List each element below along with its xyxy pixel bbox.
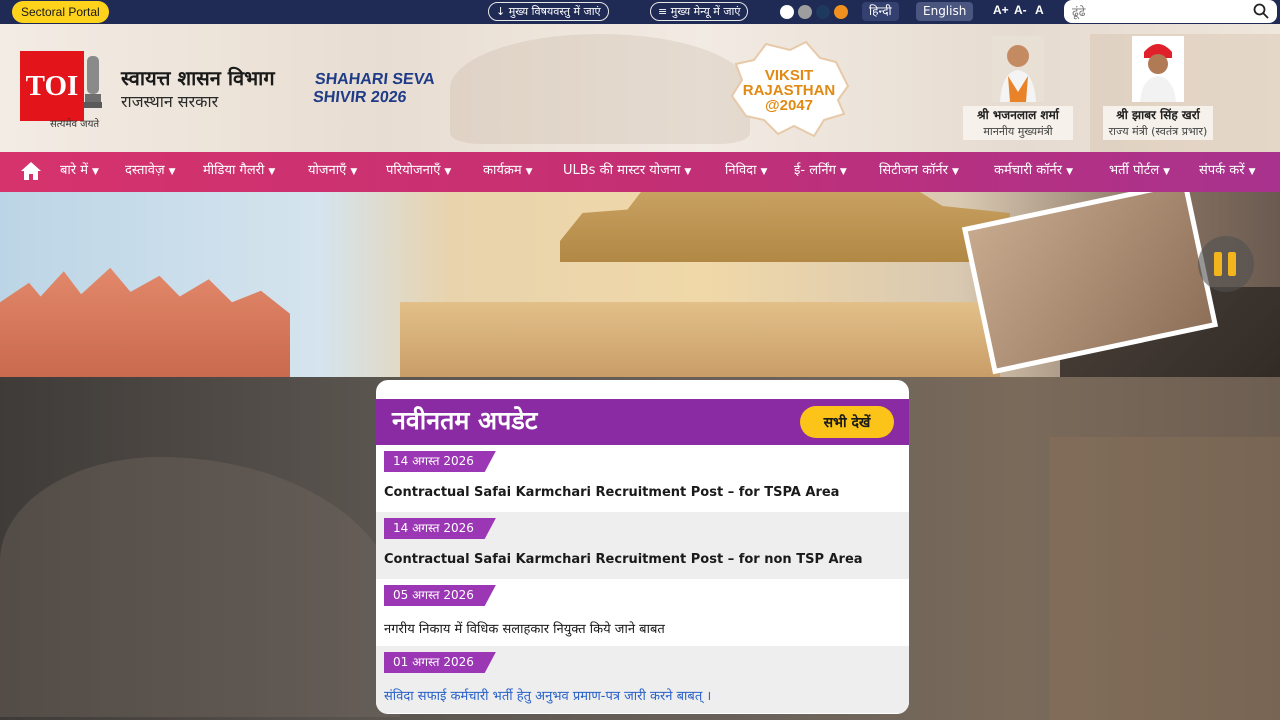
chevron-down-icon: ▼ [1248,167,1256,177]
hawa-mahal-image [0,267,290,377]
language-hindi-button[interactable]: हिन्दी [862,2,899,21]
update-date-badge: 05 अगस्त 2026 [384,585,496,606]
chevron-down-icon: ▼ [1066,167,1074,177]
update-item[interactable]: 05 अगस्त 2026 नगरीय निकाय में विधिक सलाह… [376,579,909,646]
font-decrease-button[interactable]: A- [1014,3,1027,17]
font-increase-button[interactable]: A+ [993,3,1009,17]
update-date-badge: 14 अगस्त 2026 [384,518,496,539]
nav-item-employee-corner[interactable]: कर्मचारी कॉर्नर ▼ [994,152,1073,192]
chevron-down-icon: ▼ [760,167,768,177]
state-minister-card[interactable]: श्री झाबर सिंह खर्रा राज्य मंत्री (स्वतं… [1103,36,1213,140]
nav-item-programs[interactable]: कार्यक्रम ▼ [483,152,533,192]
chevron-down-icon: ▼ [268,167,276,177]
department-title[interactable]: स्वायत्त शासन विभाग [121,64,275,91]
skip-to-menu-link[interactable]: ≡ मुख्य मेन्यू में जाएं [650,2,749,21]
chevron-down-icon: ▼ [92,167,99,177]
shivir-line-2: SHIVIR 2026 [312,89,408,106]
hero-banner [0,192,1280,377]
update-item[interactable]: 14 अगस्त 2026 Contractual Safai Karmchar… [376,445,909,512]
site-header: TOI सत्यमेव जयते स्वायत्त शासन विभाग राज… [0,24,1280,152]
update-link[interactable]: Contractual Safai Karmchari Recruitment … [384,485,839,500]
viksit-line-3: @2047 [765,97,813,114]
language-english-button[interactable]: English [916,2,974,21]
theme-dark-swatch[interactable] [816,5,830,19]
background-fort-shape [1050,437,1280,720]
background-camel-shape [0,457,400,717]
state-minister-title: राज्य मंत्री (स्वतंत्र प्रभार) [1103,123,1213,140]
home-icon[interactable] [20,160,42,186]
desert-camel-image [400,302,1000,377]
viksit-line-2: RAJASTHAN [742,82,836,99]
nav-item-projects[interactable]: परियोजनाएँ ▼ [386,152,451,192]
shivir-line-1: SHAHARI SEVA [314,71,436,88]
nav-item-media-gallery[interactable]: मीडिया गैलरी ▼ [203,152,275,192]
update-date-badge: 01 अगस्त 2026 [384,652,496,673]
top-utility-bar: Sectoral Portal ↓ मुख्य विषयवस्तु में जा… [0,0,1280,24]
pause-icon [1228,252,1236,276]
search-box [1064,0,1277,23]
update-link[interactable]: नगरीय निकाय में विधिक सलाहकार नियुक्त कि… [384,619,665,637]
nav-item-ulb-master-plan[interactable]: ULBs की मास्टर योजना ▼ [563,152,691,192]
chevron-down-icon: ▼ [350,167,358,177]
latest-updates-panel: नवीनतम अपडेट सभी देखें 14 अगस्त 2026 Con… [376,380,909,714]
theme-white-swatch[interactable] [780,5,794,19]
chief-minister-name: श्री भजनलाल शर्मा [963,106,1073,123]
skip-to-content-link[interactable]: ↓ मुख्य विषयवस्तु में जाएं [488,2,609,21]
chevron-down-icon: ▼ [951,167,959,177]
pause-icon [1214,252,1222,276]
chevron-down-icon: ▼ [525,167,533,177]
toi-logo: TOI [20,51,84,121]
nav-item-contact[interactable]: संपर्क करें ▼ [1199,152,1256,192]
chevron-down-icon: ▼ [839,167,847,177]
slider-pause-button[interactable] [1198,236,1254,292]
update-link[interactable]: संविदा सफाई कर्मचारी भर्ती हेतु अनुभव प्… [384,686,711,704]
latest-updates-title: नवीनतम अपडेट [392,406,538,435]
nav-item-citizen-corner[interactable]: सिटीजन कॉर्नर ▼ [879,152,959,192]
nav-item-tender[interactable]: निविदा ▼ [725,152,767,192]
chevron-down-icon: ▼ [684,167,692,177]
theme-grey-swatch[interactable] [798,5,812,19]
state-minister-photo [1132,36,1184,102]
state-minister-name: श्री झाबर सिंह खर्रा [1103,106,1213,123]
emblem-motto: सत्यमेव जयते [50,119,100,130]
update-item[interactable]: 01 अगस्त 2026 संविदा सफाई कर्मचारी भर्ती… [376,646,909,713]
update-date-badge: 14 अगस्त 2026 [384,451,496,472]
fort-image [560,192,1010,262]
nav-item-e-learning[interactable]: ई- लर्निंग ▼ [794,152,847,192]
chevron-down-icon: ▼ [168,167,176,177]
search-icon[interactable] [1253,3,1269,23]
update-item[interactable]: 14 अगस्त 2026 Contractual Safai Karmchar… [376,512,909,579]
nav-item-recruitment-portal[interactable]: भर्ती पोर्टल ▼ [1109,152,1170,192]
chief-minister-title: माननीय मुख्यमंत्री [963,123,1073,140]
view-all-button[interactable]: सभी देखें [800,406,894,438]
header-camel-backdrop [450,34,750,144]
nav-item-about[interactable]: बारे में ▼ [60,152,99,192]
font-reset-button[interactable]: A [1035,3,1044,17]
search-input[interactable] [1064,0,1234,23]
chevron-down-icon: ▼ [1163,167,1171,177]
chevron-down-icon: ▼ [444,167,452,177]
nav-item-schemes[interactable]: योजनाएँ ▼ [308,152,357,192]
latest-updates-header: नवीनतम अपडेट सभी देखें [376,399,909,445]
update-link[interactable]: Contractual Safai Karmchari Recruitment … [384,552,863,567]
main-navigation: बारे में ▼ दस्तावेज़ ▼ मीडिया गैलरी ▼ योजना… [0,152,1280,192]
theme-orange-swatch[interactable] [834,5,848,19]
chief-minister-card[interactable]: श्री भजनलाल शर्मा माननीय मुख्यमंत्री [963,36,1073,140]
viksit-rajasthan-logo: VIKSIT RAJASTHAN @2047 [728,40,850,138]
national-emblem-icon [84,52,102,114]
viksit-line-1: VIKSIT [764,67,814,84]
nav-item-documents[interactable]: दस्तावेज़ ▼ [125,152,176,192]
government-subtitle: राजस्थान सरकार [121,92,219,111]
sectoral-portal-button[interactable]: Sectoral Portal [12,1,109,23]
shahari-seva-shivir-logo: SHAHARI SEVA SHIVIR 2026 [312,71,436,107]
chief-minister-photo [992,36,1044,102]
